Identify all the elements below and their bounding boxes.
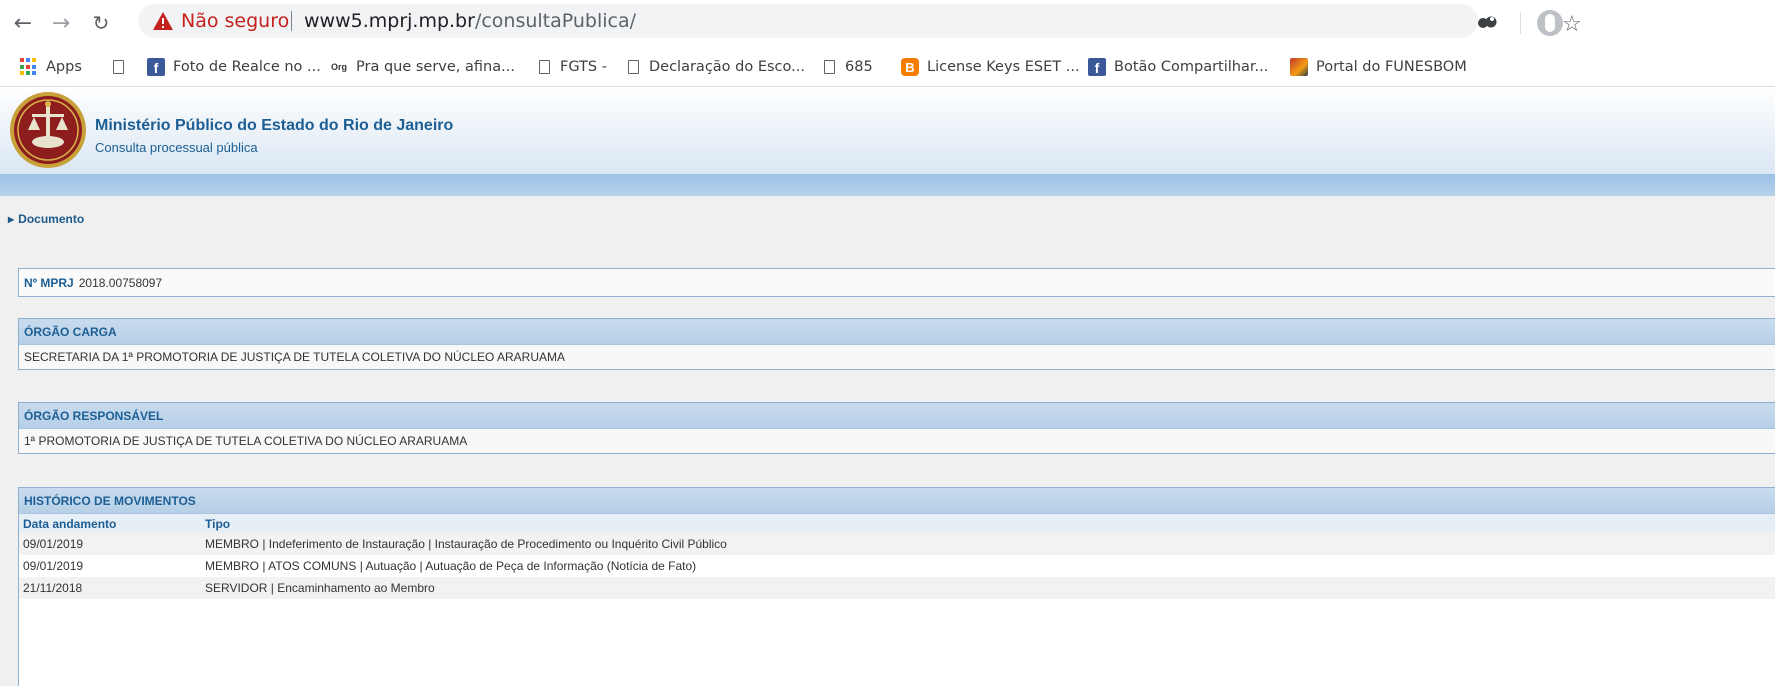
row-date: 21/11/2018 [19,577,201,599]
row-tipo: MEMBRO | ATOS COMUNS | Autuação | Autuaç… [201,555,1775,577]
bookmark-label: Portal do FUNESBOM [1316,59,1467,75]
facebook-icon: f [147,58,165,76]
mprj-seal-logo [10,92,86,168]
row-date: 09/01/2019 [19,533,201,555]
site-header: Ministério Público do Estado do Rio de J… [0,87,1775,174]
orgao-carga-value: SECRETARIA DA 1ª PROMOTORIA DE JUSTIÇA D… [19,345,1775,369]
extension-icon[interactable] [1477,14,1497,30]
bookmark-label: Foto de Realce no ... [173,59,321,75]
portal-icon [1290,58,1308,76]
triangle-right-icon: ▶ [8,214,15,224]
historico-table: Data andamento Tipo 09/01/2019 MEMBRO | … [19,514,1775,599]
document-icon [824,60,835,74]
facebook-icon: f [1088,58,1106,76]
bookmark-foto-realce[interactable]: f Foto de Realce no ... [147,56,321,78]
org-icon: Org [330,62,347,72]
bookmark-685[interactable]: 685 [821,56,873,78]
row-tipo: MEMBRO | Indeferimento de Instauração | … [201,533,1775,555]
orgao-responsavel-value: 1ª PROMOTORIA DE JUSTIÇA DE TUTELA COLET… [19,429,1775,453]
address-bar[interactable]: Não seguro www5.mprj.mp.br/consultaPubli… [138,4,1582,38]
bookmarks-bar: Apps f Foto de Realce no ... Org Pra que… [0,46,1775,87]
bookmark-license-keys[interactable]: B License Keys ESET ... [901,56,1080,78]
orgao-responsavel-header: ÓRGÃO RESPONSÁVEL [19,403,1775,429]
header-band [0,174,1775,196]
historico-box: HISTÓRICO DE MOVIMENTOS Data andamento T… [18,487,1775,686]
orgao-carga-header: ÓRGÃO CARGA [19,319,1775,345]
table-row: 21/11/2018 SERVIDOR | Encaminhamento ao … [19,577,1775,599]
bookmark-label: 685 [845,59,873,75]
warning-icon[interactable] [152,11,174,31]
bookmark-label: Pra que serve, afina... [356,59,515,75]
mprj-number-box: Nº MPRJ 2018.00758097 [18,268,1775,297]
bookmark-label: Declaração do Esco... [649,59,805,75]
column-header-tipo: Tipo [201,514,1775,533]
url-host: www5.mprj.mp.br [304,10,475,32]
blogger-icon: B [901,58,919,76]
bookmark-apps[interactable]: Apps [20,56,82,78]
not-secure-label[interactable]: Não seguro [181,10,289,32]
documento-label: Documento [18,212,85,226]
bookmark-botao-compartilhar[interactable]: f Botão Compartilhar... [1088,56,1268,78]
site-title: Ministério Público do Estado do Rio de J… [95,117,454,134]
url-text[interactable]: www5.mprj.mp.br/consultaPublica/ [304,10,636,32]
bookmark-pra-que-serve[interactable]: Org Pra que serve, afina... [330,56,515,78]
historico-header: HISTÓRICO DE MOVIMENTOS [19,488,1775,514]
bookmark-label: Apps [46,59,82,75]
bookmark-declaracao[interactable]: Declaração do Esco... [625,56,805,78]
mprj-number-line: Nº MPRJ 2018.00758097 [24,276,162,290]
omnibox-divider [291,11,292,31]
table-row: 09/01/2019 MEMBRO | ATOS COMUNS | Autuaç… [19,555,1775,577]
bookmark-portal-funesbom[interactable]: Portal do FUNESBOM [1290,56,1467,78]
page-content: Ministério Público do Estado do Rio de J… [0,87,1775,686]
document-icon [539,60,550,74]
reload-icon[interactable]: ↻ [86,8,116,38]
document-icon [628,60,639,74]
browser-toolbar: ← → ↻ Não seguro www5.mprj.mp.br/consult… [0,0,1775,46]
bookmark-fgts[interactable]: FGTS - [536,56,607,78]
mprj-number-label: Nº MPRJ [24,276,74,290]
orgao-responsavel-box: ÓRGÃO RESPONSÁVEL 1ª PROMOTORIA DE JUSTI… [18,402,1775,454]
bookmark-blank-doc[interactable] [110,56,134,78]
table-header-row: Data andamento Tipo [19,514,1775,533]
bookmark-label: FGTS - [560,59,607,75]
document-icon [113,60,124,74]
bookmark-star-icon[interactable]: ☆ [1562,12,1582,37]
row-tipo: SERVIDOR | Encaminhamento ao Membro [201,577,1775,599]
profile-avatar-icon[interactable] [1537,10,1563,36]
bookmark-label: License Keys ESET ... [927,59,1080,75]
row-date: 09/01/2019 [19,555,201,577]
column-header-data: Data andamento [19,514,201,533]
table-row: 09/01/2019 MEMBRO | Indeferimento de Ins… [19,533,1775,555]
forward-arrow-icon[interactable]: → [46,8,76,38]
orgao-carga-box: ÓRGÃO CARGA SECRETARIA DA 1ª PROMOTORIA … [18,318,1775,370]
apps-grid-icon [20,58,38,76]
documento-section-link[interactable]: ▶ Documento [8,212,84,226]
toolbar-divider [1520,12,1521,34]
site-subtitle: Consulta processual pública [95,140,258,155]
bookmark-label: Botão Compartilhar... [1114,59,1269,75]
back-arrow-icon[interactable]: ← [8,8,38,38]
url-path: /consultaPublica/ [474,10,637,32]
mprj-number-value: 2018.00758097 [78,276,163,290]
